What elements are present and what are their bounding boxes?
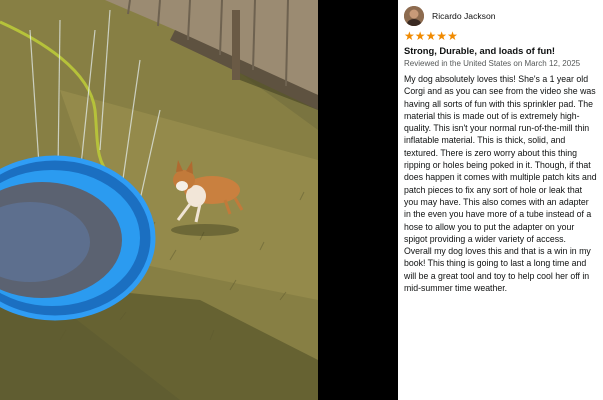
reviewer-name[interactable]: Ricardo Jackson bbox=[432, 11, 496, 21]
star-icon: ★ bbox=[414, 29, 426, 43]
review-video-frame[interactable] bbox=[0, 0, 318, 400]
reviewer-row: Ricardo Jackson bbox=[404, 6, 597, 26]
star-rating: ★ ★ ★ ★ ★ bbox=[404, 30, 597, 42]
review-panel: Ricardo Jackson ★ ★ ★ ★ ★ Strong, Durabl… bbox=[398, 0, 603, 400]
black-divider bbox=[318, 0, 398, 400]
backyard-scene bbox=[0, 0, 318, 400]
star-icon: ★ bbox=[425, 29, 437, 43]
star-icon: ★ bbox=[447, 29, 458, 43]
review-meta: Reviewed in the United States on March 1… bbox=[404, 59, 581, 68]
review-title: Strong, Durable, and loads of fun! bbox=[404, 45, 556, 56]
review-paragraph: My dog absolutely loves this! She's a 1 … bbox=[404, 74, 597, 244]
review-paragraph: Overall my dog loves this and that is a … bbox=[404, 246, 591, 294]
reviewer-avatar[interactable] bbox=[404, 6, 424, 26]
star-icon: ★ bbox=[436, 29, 448, 43]
review-body: My dog absolutely loves this! She's a 1 … bbox=[404, 73, 597, 294]
star-icon: ★ bbox=[404, 29, 415, 43]
